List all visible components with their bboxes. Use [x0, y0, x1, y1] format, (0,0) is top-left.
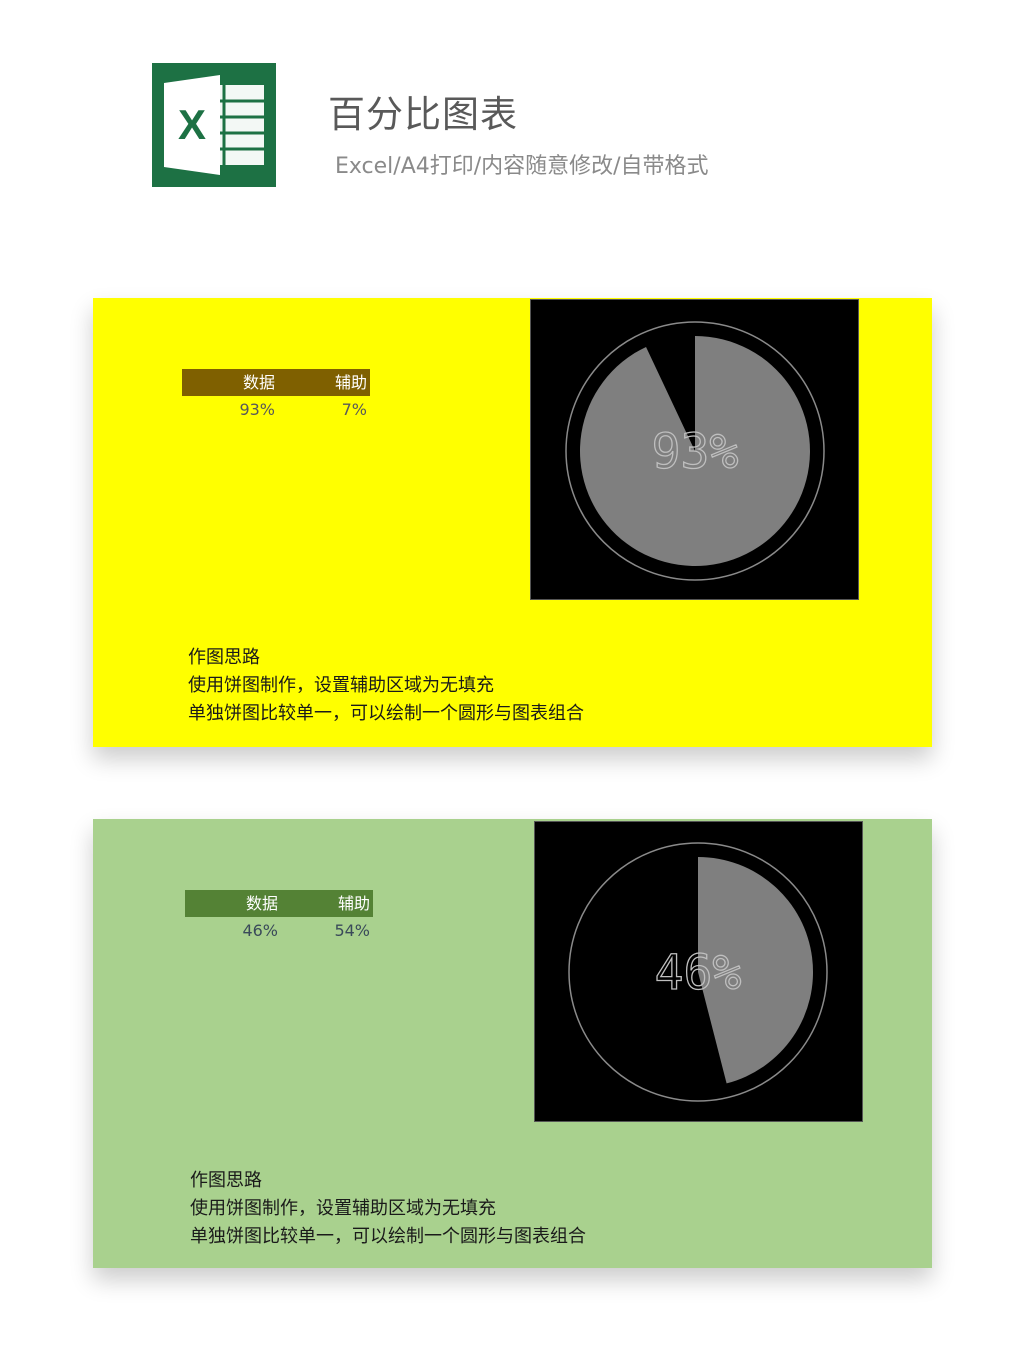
data-table-row: 46% 54% — [185, 917, 373, 945]
pie-chart-2-svg: 46% — [568, 842, 828, 1102]
header-helper: 辅助 — [337, 894, 370, 913]
svg-text:X: X — [178, 101, 206, 148]
notes-line-2: 单独饼图比较单一，可以绘制一个圆形与图表组合 — [188, 703, 584, 724]
pie-chart-1: 93% — [530, 299, 859, 600]
data-table-1: 数据 辅助 93% 7% — [182, 369, 370, 424]
data-table-2: 数据 辅助 46% 54% — [185, 890, 373, 945]
excel-logo-icon: X — [152, 63, 276, 187]
header-data: 数据 — [242, 373, 275, 392]
notes-line-1: 使用饼图制作，设置辅助区域为无填充 — [190, 1198, 496, 1219]
data-table-row: 93% 7% — [182, 396, 370, 424]
value-helper: 54% — [334, 921, 370, 940]
center-percent-label: 93% — [652, 424, 739, 480]
notes-title: 作图思路 — [188, 647, 260, 668]
pie-chart-2: 46% — [534, 821, 863, 1122]
notes-line-2: 单独饼图比较单一，可以绘制一个圆形与图表组合 — [190, 1226, 586, 1247]
pie-chart-1-svg: 93% — [565, 321, 825, 581]
data-table-header: 数据 辅助 — [185, 890, 373, 917]
value-data: 93% — [239, 400, 275, 419]
chart-panel-1: 数据 辅助 93% 7% 93% 作图思路 使用饼图制作，设置辅助区域为无填充 … — [93, 298, 932, 747]
notes-line-1: 使用饼图制作，设置辅助区域为无填充 — [188, 675, 494, 696]
notes-1: 作图思路 使用饼图制作，设置辅助区域为无填充 单独饼图比较单一，可以绘制一个圆形… — [188, 644, 584, 728]
notes-title: 作图思路 — [190, 1170, 262, 1191]
center-percent-label: 46% — [655, 945, 742, 1001]
data-table-header: 数据 辅助 — [182, 369, 370, 396]
page-title: 百分比图表 — [328, 93, 518, 136]
chart-panel-2: 数据 辅助 46% 54% 46% 作图思路 使用饼图制作，设置辅助区域为无填充… — [93, 819, 932, 1268]
page-subtitle: Excel/A4打印/内容随意修改/自带格式 — [335, 154, 709, 179]
excel-logo: X — [152, 63, 276, 187]
notes-2: 作图思路 使用饼图制作，设置辅助区域为无填充 单独饼图比较单一，可以绘制一个圆形… — [190, 1167, 586, 1251]
value-data: 46% — [242, 921, 278, 940]
value-helper: 7% — [341, 400, 367, 419]
header-helper: 辅助 — [334, 373, 367, 392]
header-data: 数据 — [245, 894, 278, 913]
